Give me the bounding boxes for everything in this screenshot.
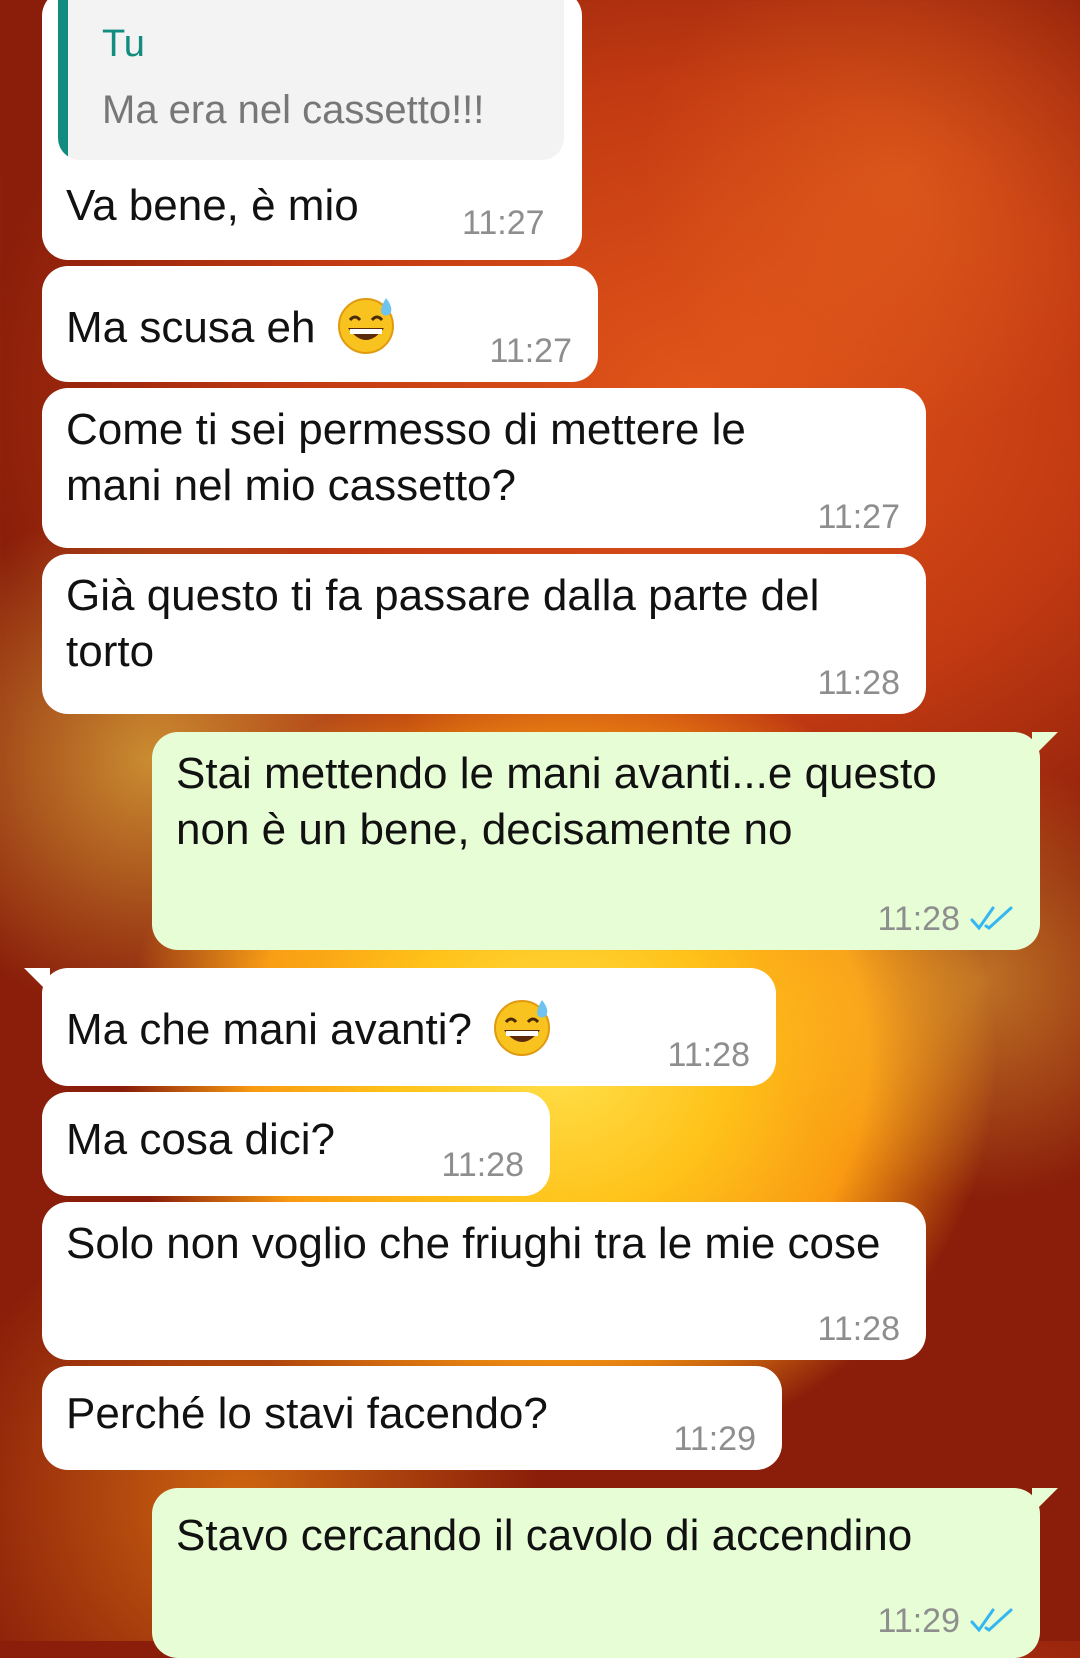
grinning-face-with-sweat-emoji bbox=[337, 298, 394, 354]
message-bubble-incoming[interactable]: Perché lo stavi facendo? 11:29 bbox=[42, 1366, 782, 1470]
message-meta: 11:28 bbox=[441, 1148, 524, 1182]
message-meta: 11:28 bbox=[817, 666, 900, 700]
message-time: 11:28 bbox=[817, 1310, 900, 1348]
message-text: Perché lo stavi facendo? bbox=[66, 1389, 548, 1438]
double-check-icon bbox=[970, 906, 1013, 931]
message-meta: 11:29 bbox=[877, 1604, 1014, 1638]
message-time: 11:29 bbox=[877, 1602, 960, 1640]
message-text: Ma scusa eh bbox=[66, 303, 316, 352]
message-bubble-outgoing[interactable]: Stavo cercando il cavolo di accendino 11… bbox=[152, 1488, 1058, 1658]
reply-quote[interactable]: Tu Ma era nel cassetto!!! bbox=[58, 0, 564, 160]
message-bubble-incoming[interactable]: Come ti sei permesso di mettere le mani … bbox=[42, 388, 926, 548]
message-meta: 11:27 bbox=[489, 334, 572, 368]
reply-quote-accent-bar bbox=[58, 0, 68, 160]
message-time: 11:27 bbox=[817, 498, 900, 536]
message-bubble-incoming[interactable]: Già questo ti fa passare dalla parte del… bbox=[42, 554, 926, 714]
message-time: 11:28 bbox=[877, 900, 960, 938]
message-bubble-incoming[interactable]: Solo non voglio che friughi tra le mie c… bbox=[42, 1202, 926, 1360]
message-meta: 11:29 bbox=[673, 1422, 756, 1456]
message-bubble-incoming[interactable]: Ma scusa eh 11:27 bbox=[42, 266, 598, 382]
message-bubble-incoming[interactable]: Ma che mani avanti? 11:28 bbox=[24, 968, 776, 1086]
message-text: Solo non voglio che friughi tra le mie c… bbox=[66, 1219, 881, 1268]
grinning-face-with-sweat-emoji bbox=[494, 1000, 551, 1056]
double-check-icon bbox=[970, 1608, 1013, 1633]
message-time: 11:29 bbox=[673, 1420, 756, 1458]
reply-quote-text: Ma era nel cassetto!!! bbox=[102, 88, 485, 132]
message-bubble-incoming[interactable]: Ma cosa dici? 11:28 bbox=[42, 1092, 550, 1196]
message-text: Già questo ti fa passare dalla parte del… bbox=[66, 571, 820, 676]
message-meta: 11:28 bbox=[667, 1038, 750, 1072]
message-text: Stavo cercando il cavolo di accendino bbox=[176, 1511, 913, 1560]
message-text: Ma che mani avanti? bbox=[66, 1005, 472, 1054]
message-text: Come ti sei permesso di mettere le mani … bbox=[66, 405, 746, 510]
message-text: Stai mettendo le mani avanti...e questo … bbox=[176, 749, 937, 854]
message-time: 11:27 bbox=[462, 204, 545, 242]
message-time: 11:28 bbox=[667, 1036, 750, 1074]
message-meta: 11:28 bbox=[877, 902, 1014, 936]
message-time: 11:28 bbox=[441, 1146, 524, 1184]
message-time: 11:28 bbox=[817, 664, 900, 702]
message-bubble-outgoing[interactable]: Stai mettendo le mani avanti...e questo … bbox=[152, 732, 1058, 950]
message-time: 11:27 bbox=[489, 332, 572, 370]
message-text: Va bene, è mio bbox=[66, 181, 359, 230]
reply-quote-author: Tu bbox=[102, 23, 145, 65]
message-meta: 11:27 bbox=[817, 500, 900, 534]
message-meta: 11:28 bbox=[817, 1312, 900, 1346]
